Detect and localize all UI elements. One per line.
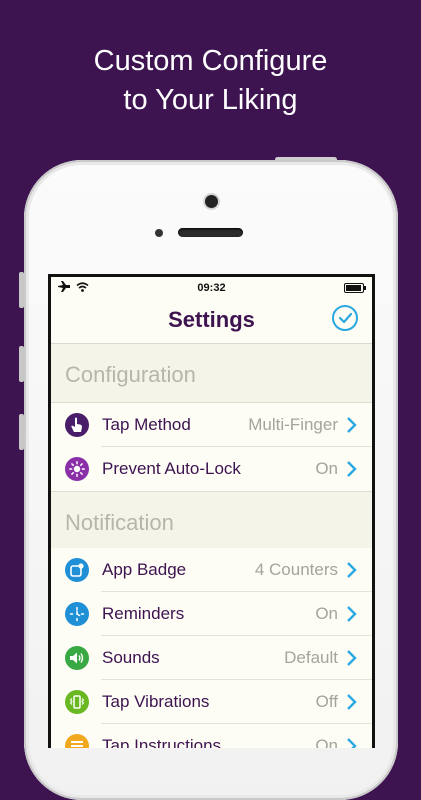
chevron-right-icon bbox=[347, 738, 357, 748]
navigation-bar: Settings bbox=[51, 299, 372, 344]
row-label: Tap Method bbox=[102, 415, 191, 434]
row-tap-instructions[interactable]: Tap Instructions On bbox=[51, 724, 372, 748]
row-label: Prevent Auto-Lock bbox=[102, 459, 241, 478]
status-time: 09:32 bbox=[197, 282, 226, 294]
done-checkmark-button[interactable] bbox=[332, 305, 358, 331]
row-value: On bbox=[315, 459, 338, 478]
row-label: Tap Vibrations bbox=[102, 692, 210, 711]
chevron-right-icon bbox=[347, 650, 357, 666]
headline-line-2: to Your Liking bbox=[123, 84, 298, 116]
earpiece-speaker bbox=[178, 228, 243, 237]
phone-screen: 09:32 Settings Configuration Tap Method … bbox=[48, 274, 375, 748]
row-label: Sounds bbox=[102, 648, 160, 667]
clock-icon bbox=[65, 602, 89, 626]
row-prevent-auto-lock[interactable]: Prevent Auto-Lock On bbox=[51, 447, 372, 491]
row-value: Off bbox=[315, 692, 338, 711]
vibrate-icon bbox=[65, 690, 89, 714]
row-value: On bbox=[315, 736, 338, 748]
row-label: Tap Instructions bbox=[102, 736, 222, 748]
chevron-right-icon bbox=[347, 461, 357, 477]
row-tap-vibrations[interactable]: Tap Vibrations Off bbox=[51, 680, 372, 724]
row-value: On bbox=[315, 604, 338, 623]
section-title: Configuration bbox=[65, 362, 196, 387]
chevron-right-icon bbox=[347, 606, 357, 622]
checkmark-icon bbox=[338, 312, 353, 324]
badge-icon bbox=[65, 558, 89, 582]
chevron-right-icon bbox=[347, 694, 357, 710]
battery-icon bbox=[344, 283, 366, 293]
list-icon bbox=[65, 734, 89, 748]
section-header-notification: Notification bbox=[51, 491, 372, 551]
status-bar: 09:32 bbox=[51, 277, 372, 299]
row-value: 4 Counters bbox=[254, 560, 338, 579]
row-tap-method[interactable]: Tap Method Multi-Finger bbox=[51, 403, 372, 447]
proximity-sensor bbox=[155, 229, 163, 237]
hand-tap-icon bbox=[65, 413, 89, 437]
section-header-configuration: Configuration bbox=[51, 344, 372, 403]
front-camera bbox=[205, 195, 218, 208]
sun-icon bbox=[65, 457, 89, 481]
marketing-headline: Custom Configure to Your Liking bbox=[0, 42, 421, 120]
speaker-icon bbox=[65, 646, 89, 670]
section-title: Notification bbox=[65, 510, 174, 535]
chevron-right-icon bbox=[347, 562, 357, 578]
row-label: App Badge bbox=[102, 560, 187, 579]
row-value: Default bbox=[284, 648, 338, 667]
row-app-badge[interactable]: App Badge 4 Counters bbox=[51, 548, 372, 592]
page-title: Settings bbox=[168, 307, 255, 332]
headline-line-1: Custom Configure bbox=[93, 45, 328, 77]
row-value: Multi-Finger bbox=[248, 415, 338, 434]
row-label: Reminders bbox=[102, 604, 185, 623]
row-sounds[interactable]: Sounds Default bbox=[51, 636, 372, 680]
chevron-right-icon bbox=[347, 417, 357, 433]
row-reminders[interactable]: Reminders On bbox=[51, 592, 372, 636]
